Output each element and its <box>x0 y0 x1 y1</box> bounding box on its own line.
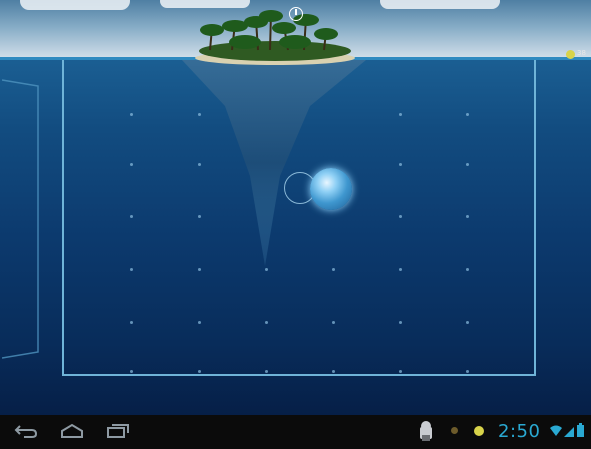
grid-dot <box>130 370 133 373</box>
grid-dot <box>265 370 268 373</box>
grid-dot <box>198 370 201 373</box>
workspace-outline[interactable] <box>62 60 536 376</box>
grid-dot <box>198 321 201 324</box>
grid-dot <box>399 370 402 373</box>
grid-dot <box>130 113 133 116</box>
grid-dot <box>399 215 402 218</box>
grid-dot <box>130 321 133 324</box>
grid-dot <box>198 215 201 218</box>
system-bar: 2:50 <box>0 415 591 449</box>
grid-dot <box>466 215 469 218</box>
grid-dot <box>198 113 201 116</box>
signal-icon <box>564 427 574 437</box>
grid-dot <box>198 268 201 271</box>
globe-icon[interactable] <box>310 168 352 210</box>
power-icon[interactable] <box>289 7 303 21</box>
grid-dot <box>399 113 402 116</box>
android-icon[interactable] <box>418 421 434 441</box>
grid-dot <box>332 268 335 271</box>
notification-count: 38 <box>577 49 586 57</box>
grid-dot <box>198 163 201 166</box>
grid-dot <box>466 113 469 116</box>
grid-dot <box>399 163 402 166</box>
wifi-icon <box>550 425 562 436</box>
grid-dot <box>265 268 268 271</box>
grid-dot <box>130 268 133 271</box>
back-icon[interactable] <box>14 423 38 439</box>
clock[interactable]: 2:50 <box>498 421 540 442</box>
notification-dot-icon[interactable] <box>451 427 458 434</box>
adjacent-screen-outline[interactable] <box>2 78 40 360</box>
battery-icon <box>577 423 584 437</box>
grid-dot <box>466 321 469 324</box>
recent-apps-icon[interactable] <box>106 423 130 439</box>
home-screen: 38 2:50 <box>0 0 591 449</box>
coin-icon[interactable] <box>474 426 484 436</box>
grid-dot <box>332 321 335 324</box>
grid-dot <box>332 370 335 373</box>
grid-dot <box>265 321 268 324</box>
notification-icon[interactable] <box>566 50 575 59</box>
grid-dot <box>399 321 402 324</box>
grid-dot <box>466 370 469 373</box>
grid-dot <box>130 163 133 166</box>
grid-dot <box>130 215 133 218</box>
grid-dot <box>466 163 469 166</box>
home-icon[interactable] <box>60 423 84 439</box>
grid-dot <box>399 268 402 271</box>
grid-dot <box>466 268 469 271</box>
